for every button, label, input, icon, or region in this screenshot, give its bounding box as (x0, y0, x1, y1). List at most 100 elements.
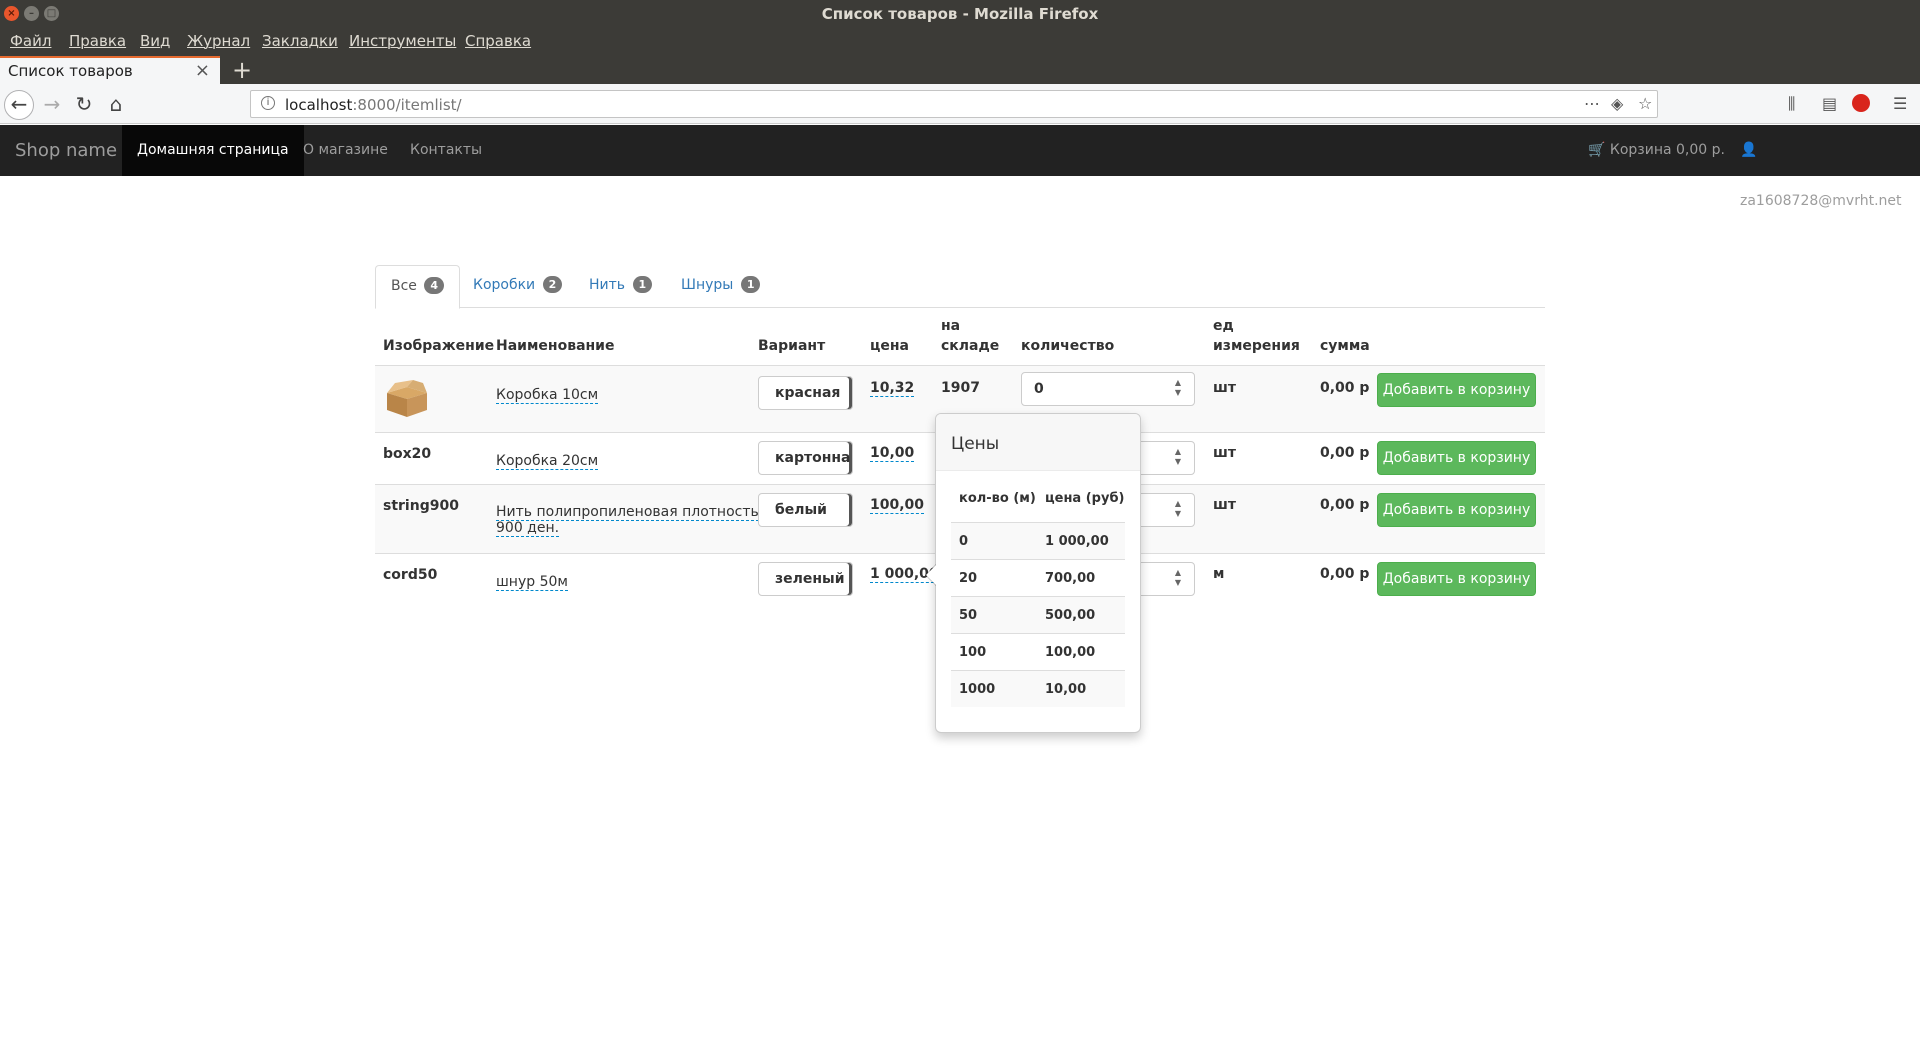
menu-edit[interactable]: Правка (69, 32, 126, 50)
sum-value: 0,00 р (1320, 445, 1370, 461)
count-badge: 4 (424, 277, 445, 294)
tier-qty: 50 (959, 608, 978, 623)
price-value[interactable]: 10,00 (870, 445, 915, 462)
tier-price: 10,00 (1045, 682, 1087, 697)
price-popover: Цены кол-во (м) цена (руб) 0 1 000,00 20… (925, 413, 1141, 733)
price-value[interactable]: 10,32 (870, 380, 915, 397)
site-info-icon[interactable]: i (261, 96, 275, 110)
menu-file[interactable]: Файл (10, 32, 51, 50)
tab-close-icon[interactable]: × (195, 60, 210, 81)
header-image: Изображение (383, 338, 495, 354)
price-tier-row: 50 500,00 (951, 596, 1125, 633)
price-tier-row: 0 1 000,00 (951, 522, 1125, 559)
quantity-stepper[interactable]: ▲ ▼ (1172, 447, 1184, 469)
menu-help[interactable]: Справка (465, 32, 531, 50)
stock-value: 1907 (941, 380, 980, 396)
url-bar[interactable]: i localhost:8000/itemlist/ ⋯ ◈ ☆ (250, 90, 1658, 118)
home-icon[interactable]: ⌂ (102, 90, 130, 118)
tab-label: Коробки (473, 277, 536, 293)
sum-value: 0,00 р (1320, 566, 1370, 582)
variant-select[interactable]: картонна (758, 441, 853, 475)
tier-qty: 0 (959, 534, 969, 549)
site-navbar: Shop name Домашняя страница О магазине К… (0, 125, 1920, 209)
tab-label: Все (391, 278, 417, 294)
nav-about[interactable]: О магазине (288, 125, 403, 176)
header-unit-line2: измерения (1213, 338, 1300, 354)
nav-home[interactable]: Домашняя страница (122, 125, 304, 176)
nav-contacts[interactable]: Контакты (395, 125, 497, 176)
product-name[interactable]: Коробка 10см (496, 387, 599, 404)
product-name[interactable]: Коробка 20см (496, 453, 599, 470)
cart-link[interactable]: 🛒 Корзина 0,00 р. (1588, 125, 1725, 176)
product-name-link-line2[interactable]: 900 ден. (496, 520, 560, 537)
price-link[interactable]: 100,00 (870, 497, 925, 514)
add-to-cart-button[interactable]: Добавить в корзину (1377, 562, 1536, 596)
product-name-link[interactable]: Коробка 20см (496, 453, 599, 470)
unit-value: шт (1213, 497, 1236, 513)
reload-icon[interactable]: ↻ (70, 90, 98, 118)
unit-value: шт (1213, 380, 1236, 396)
header-unit-line1: ед (1213, 318, 1234, 334)
tab-thread[interactable]: Нить 1 (574, 265, 667, 308)
count-badge: 2 (542, 276, 563, 293)
unit-value: м (1213, 566, 1225, 582)
window-titlebar: × – □ Список товаров - Mozilla Firefox (0, 0, 1920, 28)
tier-qty: 100 (959, 645, 987, 660)
add-to-cart-button[interactable]: Добавить в корзину (1377, 373, 1536, 407)
tab-boxes[interactable]: Коробки 2 (458, 265, 577, 308)
adblock-icon[interactable] (1852, 94, 1870, 112)
product-name[interactable]: Нить полипропиленовая плотность 900 ден. (496, 504, 759, 537)
variant-select[interactable]: красная (758, 376, 853, 410)
url-text: localhost:8000/itemlist/ (285, 96, 462, 114)
box-image-icon (387, 380, 427, 417)
variant-select[interactable]: зеленый (758, 562, 853, 596)
bookmark-star-icon[interactable]: ☆ (1638, 94, 1652, 113)
tab-label: Нить (589, 277, 626, 293)
count-badge: 1 (740, 276, 761, 293)
header-variant: Вариант (758, 338, 826, 354)
page-actions-icon[interactable]: ⋯ (1584, 94, 1600, 113)
quantity-stepper[interactable]: ▲ ▼ (1172, 568, 1184, 590)
price-link[interactable]: 10,00 (870, 445, 915, 462)
header-name: Наименование (496, 338, 615, 354)
tier-price: 700,00 (1045, 571, 1096, 586)
header-price: цена (870, 338, 909, 354)
menu-bar: Файл Правка Вид Журнал Закладки Инструме… (0, 28, 1920, 56)
menu-bookmarks[interactable]: Закладки (262, 32, 338, 50)
header-unit: ед измерения (1213, 316, 1300, 356)
product-name-link[interactable]: шнур 50м (496, 574, 568, 591)
product-image-label: string900 (383, 498, 459, 514)
product-name-link-line1[interactable]: Нить полипропиленовая плотность (496, 504, 759, 521)
sidebar-icon[interactable]: ▤ (1822, 94, 1837, 113)
add-to-cart-button[interactable]: Добавить в корзину (1377, 493, 1536, 527)
new-tab-icon[interactable]: + (232, 56, 252, 84)
tab-strip: Список товаров × + (0, 56, 1920, 84)
popover-header-price: цена (руб) (1045, 491, 1125, 506)
tier-price: 100,00 (1045, 645, 1096, 660)
cart-icon: 🛒 (1588, 142, 1606, 158)
quantity-input[interactable]: 0 ▲ ▼ (1021, 372, 1195, 406)
site-brand[interactable]: Shop name (15, 140, 117, 161)
menu-history[interactable]: Журнал (187, 32, 250, 50)
browser-tab-active[interactable]: Список товаров × (0, 56, 220, 84)
variant-select[interactable]: белый (758, 493, 853, 527)
quantity-stepper[interactable]: ▲ ▼ (1172, 499, 1184, 521)
price-link[interactable]: 10,32 (870, 380, 915, 397)
menu-view[interactable]: Вид (140, 32, 170, 50)
hamburger-menu-icon[interactable]: ☰ (1893, 94, 1907, 113)
price-value[interactable]: 100,00 (870, 497, 925, 514)
tab-cords[interactable]: Шнуры 1 (666, 265, 775, 308)
product-name-link[interactable]: Коробка 10см (496, 387, 599, 404)
quantity-stepper[interactable]: ▲ ▼ (1172, 378, 1184, 400)
back-arrow-icon[interactable]: ← (4, 90, 34, 120)
forward-arrow-icon[interactable]: → (38, 90, 66, 118)
product-name[interactable]: шнур 50м (496, 574, 568, 591)
add-to-cart-button[interactable]: Добавить в корзину (1377, 441, 1536, 475)
user-link[interactable]: 👤 za1608728@mvrht.net (1740, 125, 1920, 209)
pocket-icon[interactable]: ◈ (1611, 94, 1623, 113)
menu-tools[interactable]: Инструменты (349, 32, 456, 50)
unit-value: шт (1213, 445, 1236, 461)
price-tier-row: 20 700,00 (951, 559, 1125, 596)
library-icon[interactable]: ⫼ (1788, 94, 1795, 114)
tab-all[interactable]: Все 4 (375, 265, 461, 309)
